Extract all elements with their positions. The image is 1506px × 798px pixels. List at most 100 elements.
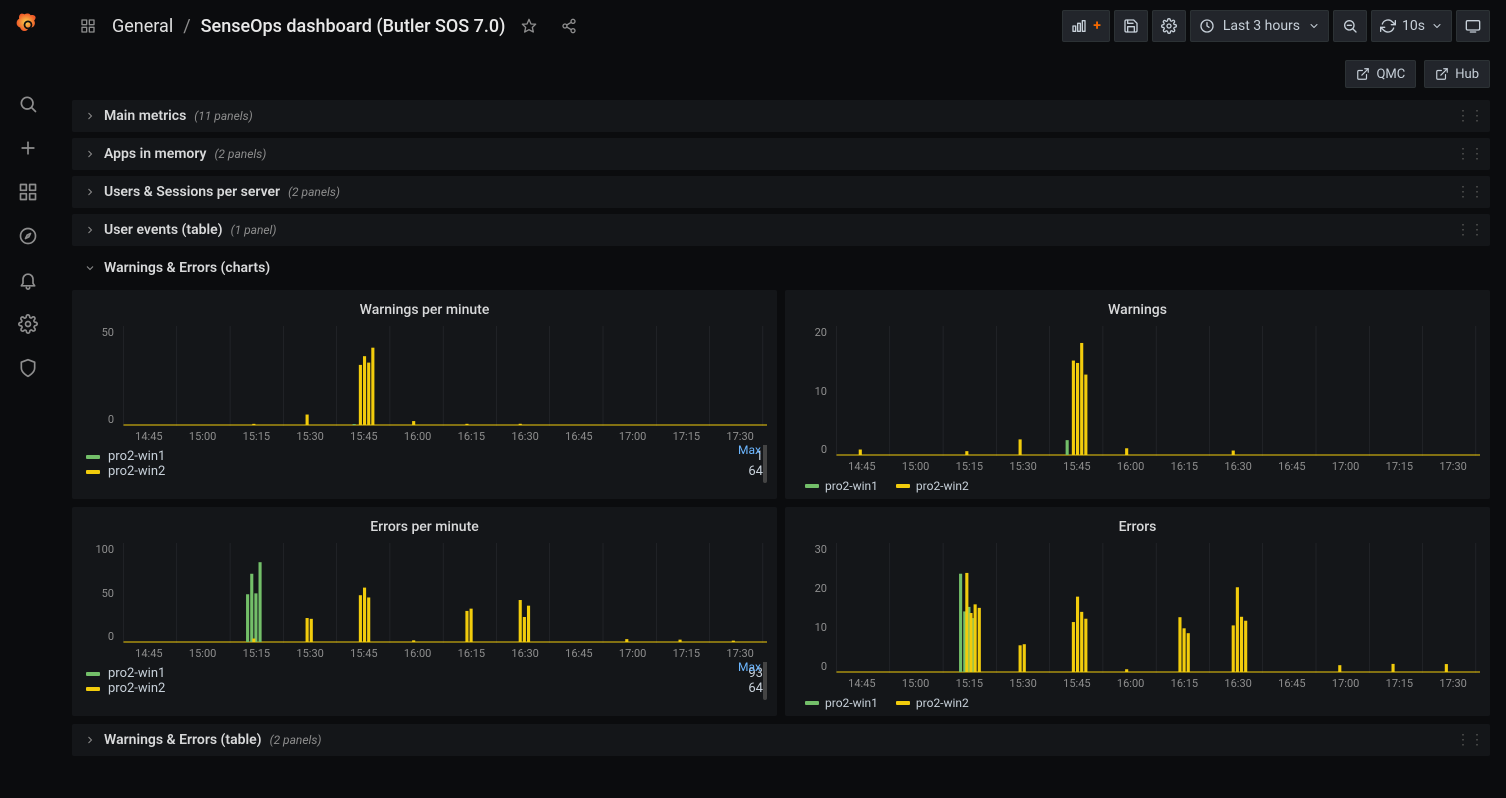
explore-icon[interactable] (8, 216, 48, 256)
row-title: Warnings & Errors (table) (104, 732, 262, 748)
legend-item[interactable]: pro2-win2 (896, 696, 969, 710)
chart-xaxis: 14:4515:0015:1515:3015:4516:0016:1516:30… (795, 456, 1480, 475)
alerting-icon[interactable] (8, 260, 48, 300)
row-title: User events (table) (104, 222, 223, 238)
plus-icon[interactable] (8, 128, 48, 168)
apps-icon[interactable] (72, 10, 104, 42)
chart-yaxis: 20 10 0 (795, 326, 831, 456)
time-range-label: Last 3 hours (1223, 18, 1300, 34)
legend-value: 64 (748, 464, 763, 479)
legend-swatch (896, 701, 910, 705)
legend-max-label: Max (738, 445, 761, 457)
drag-handle-icon[interactable]: ⋮⋮ (1456, 146, 1484, 162)
panel-title: Warnings (795, 298, 1480, 326)
chart-yaxis: 100 50 0 (82, 543, 118, 643)
legend-swatch (896, 484, 910, 488)
chevron-right-icon (84, 110, 96, 122)
chart-canvas (82, 543, 767, 643)
row-user-events[interactable]: User events (table) (1 panel) ⋮⋮ (72, 214, 1490, 246)
legend-value: 64 (748, 681, 763, 696)
legend-label: pro2-win2 (916, 479, 969, 493)
chart-canvas (795, 543, 1480, 673)
chevron-right-icon (84, 186, 96, 198)
row-users-sessions[interactable]: Users & Sessions per server (2 panels) ⋮… (72, 176, 1490, 208)
row-apps-in-memory[interactable]: Apps in memory (2 panels) ⋮⋮ (72, 138, 1490, 170)
chart-xaxis: 14:4515:0015:1515:3015:4516:0016:1516:30… (795, 673, 1480, 692)
breadcrumb-separator: / (183, 16, 190, 37)
refresh-button[interactable]: 10s (1371, 10, 1452, 42)
chart-xaxis: 14:4515:0015:1515:3015:4516:0016:1516:30… (82, 426, 767, 445)
settings-button[interactable] (1152, 10, 1186, 42)
panel-legend: Max pro2-win1 93 pro2-win2 64 (82, 662, 767, 700)
chart-area: 20 10 0 (795, 326, 1480, 456)
zoom-out-button[interactable] (1333, 10, 1367, 42)
panel-warnings[interactable]: Warnings 20 10 0 14:4515:0015:1515:3015:… (785, 290, 1490, 499)
search-icon[interactable] (8, 84, 48, 124)
panel-legend: Max pro2-win1 1 pro2-win2 64 (82, 445, 767, 483)
tv-mode-button[interactable] (1456, 10, 1490, 42)
row-warnings-errors-table[interactable]: Warnings & Errors (table) (2 panels) ⋮⋮ (72, 724, 1490, 756)
row-warnings-errors-charts[interactable]: Warnings & Errors (charts) (72, 252, 1490, 284)
chart-area: 50 0 (82, 326, 767, 426)
link-hub[interactable]: Hub (1424, 60, 1490, 88)
chevron-right-icon (84, 224, 96, 236)
row-main-metrics[interactable]: Main metrics (11 panels) ⋮⋮ (72, 100, 1490, 132)
panel-warnings-per-minute[interactable]: Warnings per minute 50 0 14:4515:0015:15… (72, 290, 777, 499)
sidebar (0, 0, 56, 798)
chart-area: 100 50 0 (82, 543, 767, 643)
legend-label: pro2-win2 (108, 464, 165, 479)
row-title: Users & Sessions per server (104, 184, 280, 200)
refresh-interval: 10s (1402, 18, 1425, 34)
link-hub-label: Hub (1455, 67, 1479, 82)
link-qmc[interactable]: QMC (1345, 60, 1416, 88)
breadcrumb-folder[interactable]: General (112, 16, 173, 37)
legend-item[interactable]: pro2-win1 93 (86, 666, 763, 681)
save-button[interactable] (1114, 10, 1148, 42)
chart-xaxis: 14:4515:0015:1515:3015:4516:0016:1516:30… (82, 643, 767, 662)
drag-handle-icon[interactable]: ⋮⋮ (1456, 732, 1484, 748)
time-range-picker[interactable]: Last 3 hours (1190, 10, 1329, 42)
panel-title: Errors (795, 515, 1480, 543)
chevron-right-icon (84, 148, 96, 160)
chart-area: 30 20 10 0 (795, 543, 1480, 673)
page-title[interactable]: SenseOps dashboard (Butler SOS 7.0) (201, 16, 506, 37)
star-icon[interactable] (513, 10, 545, 42)
row-title: Warnings & Errors (charts) (104, 260, 270, 276)
row-count: (2 panels) (288, 185, 340, 199)
legend-label: pro2-win2 (916, 696, 969, 710)
drag-handle-icon[interactable]: ⋮⋮ (1456, 108, 1484, 124)
row-title: Apps in memory (104, 146, 206, 162)
scrollbar[interactable] (763, 662, 767, 700)
row-count: (2 panels) (270, 733, 322, 747)
legend-item[interactable]: pro2-win1 (805, 479, 878, 493)
drag-handle-icon[interactable]: ⋮⋮ (1456, 184, 1484, 200)
scrollbar[interactable] (763, 445, 767, 483)
grafana-logo[interactable] (12, 8, 44, 40)
legend-swatch (805, 701, 819, 705)
toolbar-actions: + Last 3 hours 10s (1062, 10, 1490, 42)
share-icon[interactable] (553, 10, 585, 42)
topbar: General / SenseOps dashboard (Butler SOS… (56, 0, 1506, 52)
legend-item[interactable]: pro2-win1 1 (86, 449, 763, 464)
legend-item[interactable]: pro2-win1 (805, 696, 878, 710)
panel-errors[interactable]: Errors 30 20 10 0 14:4515:0015:1515:3015… (785, 507, 1490, 716)
legend-item[interactable]: pro2-win2 64 (86, 681, 763, 696)
chart-yaxis: 50 0 (82, 326, 118, 426)
chart-canvas (82, 326, 767, 426)
add-panel-button[interactable]: + (1062, 10, 1110, 42)
legend-item[interactable]: pro2-win2 64 (86, 464, 763, 479)
drag-handle-icon[interactable]: ⋮⋮ (1456, 222, 1484, 238)
row-count: (2 panels) (214, 147, 266, 161)
legend-item[interactable]: pro2-win2 (896, 479, 969, 493)
panel-errors-per-minute[interactable]: Errors per minute 100 50 0 14:4515:0015:… (72, 507, 777, 716)
chevron-right-icon (84, 734, 96, 746)
legend-label: pro2-win1 (825, 479, 878, 493)
dashboards-icon[interactable] (8, 172, 48, 212)
admin-icon[interactable] (8, 348, 48, 388)
chart-canvas (795, 326, 1480, 456)
row-count: (1 panel) (231, 223, 277, 237)
legend-max-label: Max (738, 662, 761, 674)
row-title: Main metrics (104, 108, 186, 124)
configuration-icon[interactable] (8, 304, 48, 344)
chevron-down-icon (84, 262, 96, 274)
